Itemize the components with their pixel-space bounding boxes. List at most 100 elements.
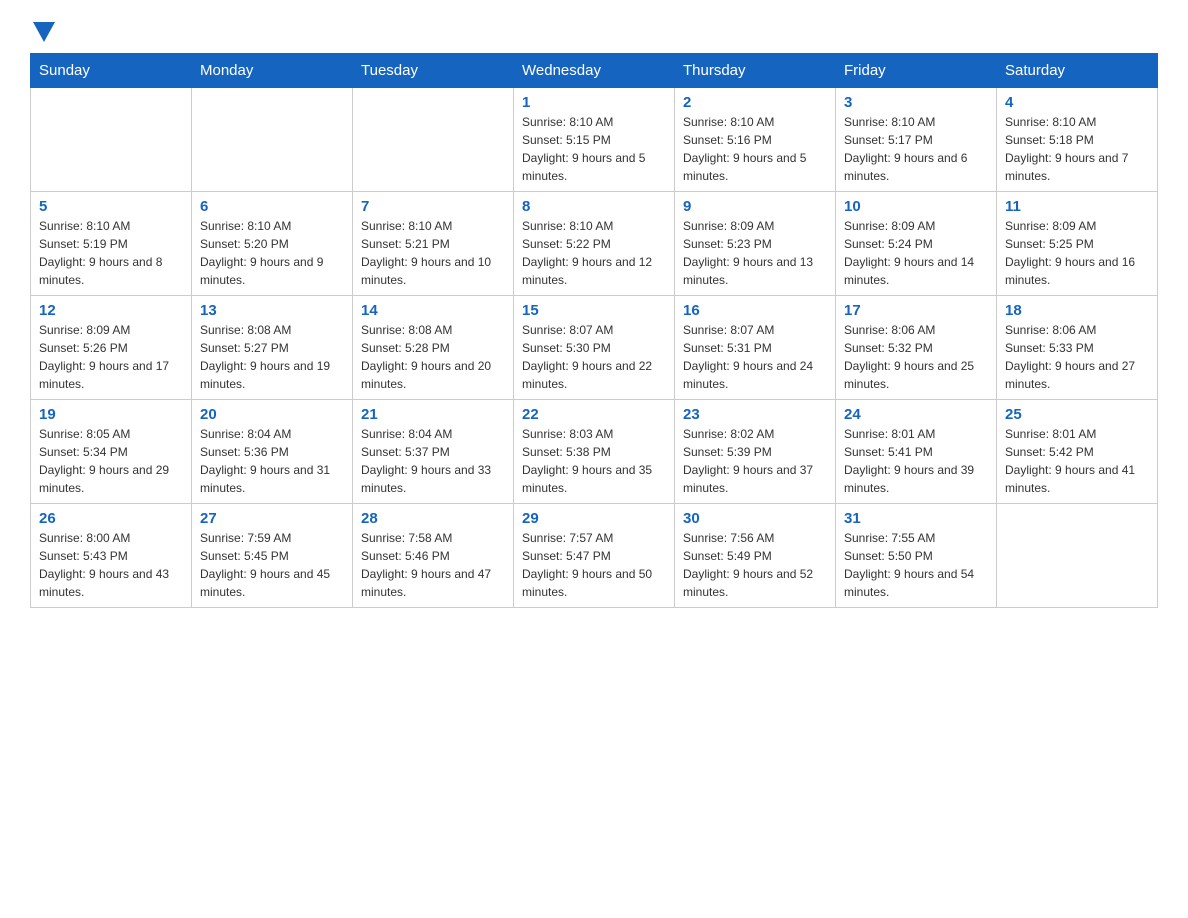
day-number: 8 — [522, 198, 666, 215]
calendar-cell: 12Sunrise: 8:09 AM Sunset: 5:26 PM Dayli… — [31, 296, 192, 400]
day-info: Sunrise: 8:09 AM Sunset: 5:26 PM Dayligh… — [39, 321, 183, 393]
calendar-cell: 14Sunrise: 8:08 AM Sunset: 5:28 PM Dayli… — [353, 296, 514, 400]
weekday-header-thursday: Thursday — [675, 54, 836, 88]
day-number: 15 — [522, 302, 666, 319]
day-number: 7 — [361, 198, 505, 215]
weekday-header-row: SundayMondayTuesdayWednesdayThursdayFrid… — [31, 54, 1158, 88]
day-info: Sunrise: 8:08 AM Sunset: 5:28 PM Dayligh… — [361, 321, 505, 393]
calendar-cell: 18 Sunrise: 8:06 AM Sunset: 5:33 PM Dayli… — [997, 296, 1158, 400]
day-number: 22 — [522, 406, 666, 423]
day-info: Sunrise: 8:06 AM Sunset: 5:33 PM Dayligh… — [1005, 321, 1149, 393]
calendar-cell: 19Sunrise: 8:05 AM Sunset: 5:34 PM Dayli… — [31, 400, 192, 504]
logo — [30, 20, 55, 43]
day-number: 16 — [683, 302, 827, 319]
day-info: Sunrise: 8:10 AM Sunset: 5:20 PM Dayligh… — [200, 217, 344, 289]
calendar-cell — [997, 504, 1158, 608]
day-number: 1 — [522, 94, 666, 111]
calendar-week-row: 1Sunrise: 8:10 AM Sunset: 5:15 PM Daylig… — [31, 88, 1158, 192]
day-number: 13 — [200, 302, 344, 319]
day-number: 26 — [39, 510, 183, 527]
day-number: 6 — [200, 198, 344, 215]
day-info: Sunrise: 8:10 AM Sunset: 5:18 PM Dayligh… — [1005, 113, 1149, 185]
day-info: Sunrise: 8:04 AM Sunset: 5:36 PM Dayligh… — [200, 425, 344, 497]
calendar-week-row: 12Sunrise: 8:09 AM Sunset: 5:26 PM Dayli… — [31, 296, 1158, 400]
day-info: Sunrise: 8:09 AM Sunset: 5:25 PM Dayligh… — [1005, 217, 1149, 289]
day-number: 28 — [361, 510, 505, 527]
logo-arrow-icon — [33, 22, 55, 42]
calendar-cell — [353, 88, 514, 192]
day-number: 5 — [39, 198, 183, 215]
weekday-header-sunday: Sunday — [31, 54, 192, 88]
day-number: 18 — [1005, 302, 1149, 319]
day-info: Sunrise: 8:01 AM Sunset: 5:41 PM Dayligh… — [844, 425, 988, 497]
day-number: 3 — [844, 94, 988, 111]
calendar-cell: 29 Sunrise: 7:57 AM Sunset: 5:47 PM Dayli… — [514, 504, 675, 608]
day-info: Sunrise: 8:09 AM Sunset: 5:23 PM Dayligh… — [683, 217, 827, 289]
day-info: Sunrise: 8:01 AM Sunset: 5:42 PM Dayligh… — [1005, 425, 1149, 497]
day-number: 24 — [844, 406, 988, 423]
day-number: 29 — [522, 510, 666, 527]
calendar-week-row: 19Sunrise: 8:05 AM Sunset: 5:34 PM Dayli… — [31, 400, 1158, 504]
calendar-cell: 17 Sunrise: 8:06 AM Sunset: 5:32 PM Dayli… — [836, 296, 997, 400]
calendar-cell: 5 Sunrise: 8:10 AM Sunset: 5:19 PM Daylig… — [31, 192, 192, 296]
day-number: 25 — [1005, 406, 1149, 423]
day-info: Sunrise: 8:10 AM Sunset: 5:19 PM Dayligh… — [39, 217, 183, 289]
calendar-cell: 28 Sunrise: 7:58 AM Sunset: 5:46 PM Dayli… — [353, 504, 514, 608]
calendar-cell: 31Sunrise: 7:55 AM Sunset: 5:50 PM Dayli… — [836, 504, 997, 608]
calendar-week-row: 5 Sunrise: 8:10 AM Sunset: 5:19 PM Daylig… — [31, 192, 1158, 296]
day-number: 31 — [844, 510, 988, 527]
day-info: Sunrise: 8:02 AM Sunset: 5:39 PM Dayligh… — [683, 425, 827, 497]
calendar-cell: 3 Sunrise: 8:10 AM Sunset: 5:17 PM Daylig… — [836, 88, 997, 192]
calendar-cell: 22 Sunrise: 8:03 AM Sunset: 5:38 PM Dayli… — [514, 400, 675, 504]
day-info: Sunrise: 7:59 AM Sunset: 5:45 PM Dayligh… — [200, 529, 344, 601]
calendar-cell: 24 Sunrise: 8:01 AM Sunset: 5:41 PM Dayli… — [836, 400, 997, 504]
day-info: Sunrise: 7:57 AM Sunset: 5:47 PM Dayligh… — [522, 529, 666, 601]
day-info: Sunrise: 8:05 AM Sunset: 5:34 PM Dayligh… — [39, 425, 183, 497]
calendar-cell: 16 Sunrise: 8:07 AM Sunset: 5:31 PM Dayli… — [675, 296, 836, 400]
weekday-header-wednesday: Wednesday — [514, 54, 675, 88]
day-info: Sunrise: 8:03 AM Sunset: 5:38 PM Dayligh… — [522, 425, 666, 497]
day-info: Sunrise: 7:58 AM Sunset: 5:46 PM Dayligh… — [361, 529, 505, 601]
day-info: Sunrise: 8:10 AM Sunset: 5:17 PM Dayligh… — [844, 113, 988, 185]
day-info: Sunrise: 8:00 AM Sunset: 5:43 PM Dayligh… — [39, 529, 183, 601]
day-info: Sunrise: 8:10 AM Sunset: 5:22 PM Dayligh… — [522, 217, 666, 289]
calendar-cell: 30 Sunrise: 7:56 AM Sunset: 5:49 PM Dayli… — [675, 504, 836, 608]
calendar-cell: 9 Sunrise: 8:09 AM Sunset: 5:23 PM Daylig… — [675, 192, 836, 296]
day-info: Sunrise: 8:04 AM Sunset: 5:37 PM Dayligh… — [361, 425, 505, 497]
day-info: Sunrise: 8:09 AM Sunset: 5:24 PM Dayligh… — [844, 217, 988, 289]
calendar-cell: 20 Sunrise: 8:04 AM Sunset: 5:36 PM Dayli… — [192, 400, 353, 504]
calendar-cell: 10 Sunrise: 8:09 AM Sunset: 5:24 PM Dayli… — [836, 192, 997, 296]
calendar-cell: 1Sunrise: 8:10 AM Sunset: 5:15 PM Daylig… — [514, 88, 675, 192]
day-number: 23 — [683, 406, 827, 423]
page-header — [30, 20, 1158, 43]
calendar-cell: 23 Sunrise: 8:02 AM Sunset: 5:39 PM Dayli… — [675, 400, 836, 504]
weekday-header-saturday: Saturday — [997, 54, 1158, 88]
weekday-header-monday: Monday — [192, 54, 353, 88]
calendar-table: SundayMondayTuesdayWednesdayThursdayFrid… — [30, 53, 1158, 608]
day-number: 30 — [683, 510, 827, 527]
calendar-cell: 7 Sunrise: 8:10 AM Sunset: 5:21 PM Daylig… — [353, 192, 514, 296]
day-number: 20 — [200, 406, 344, 423]
day-number: 9 — [683, 198, 827, 215]
calendar-cell — [192, 88, 353, 192]
day-number: 17 — [844, 302, 988, 319]
calendar-cell: 8 Sunrise: 8:10 AM Sunset: 5:22 PM Daylig… — [514, 192, 675, 296]
day-info: Sunrise: 8:06 AM Sunset: 5:32 PM Dayligh… — [844, 321, 988, 393]
day-info: Sunrise: 8:10 AM Sunset: 5:16 PM Dayligh… — [683, 113, 827, 185]
day-info: Sunrise: 8:08 AM Sunset: 5:27 PM Dayligh… — [200, 321, 344, 393]
weekday-header-tuesday: Tuesday — [353, 54, 514, 88]
day-number: 21 — [361, 406, 505, 423]
calendar-cell: 2Sunrise: 8:10 AM Sunset: 5:16 PM Daylig… — [675, 88, 836, 192]
calendar-week-row: 26 Sunrise: 8:00 AM Sunset: 5:43 PM Dayli… — [31, 504, 1158, 608]
day-info: Sunrise: 7:56 AM Sunset: 5:49 PM Dayligh… — [683, 529, 827, 601]
calendar-cell: 13 Sunrise: 8:08 AM Sunset: 5:27 PM Dayli… — [192, 296, 353, 400]
day-number: 27 — [200, 510, 344, 527]
day-number: 10 — [844, 198, 988, 215]
day-info: Sunrise: 8:07 AM Sunset: 5:31 PM Dayligh… — [683, 321, 827, 393]
day-number: 4 — [1005, 94, 1149, 111]
day-info: Sunrise: 8:07 AM Sunset: 5:30 PM Dayligh… — [522, 321, 666, 393]
calendar-cell — [31, 88, 192, 192]
day-number: 11 — [1005, 198, 1149, 215]
day-info: Sunrise: 8:10 AM Sunset: 5:21 PM Dayligh… — [361, 217, 505, 289]
calendar-cell: 11 Sunrise: 8:09 AM Sunset: 5:25 PM Dayli… — [997, 192, 1158, 296]
